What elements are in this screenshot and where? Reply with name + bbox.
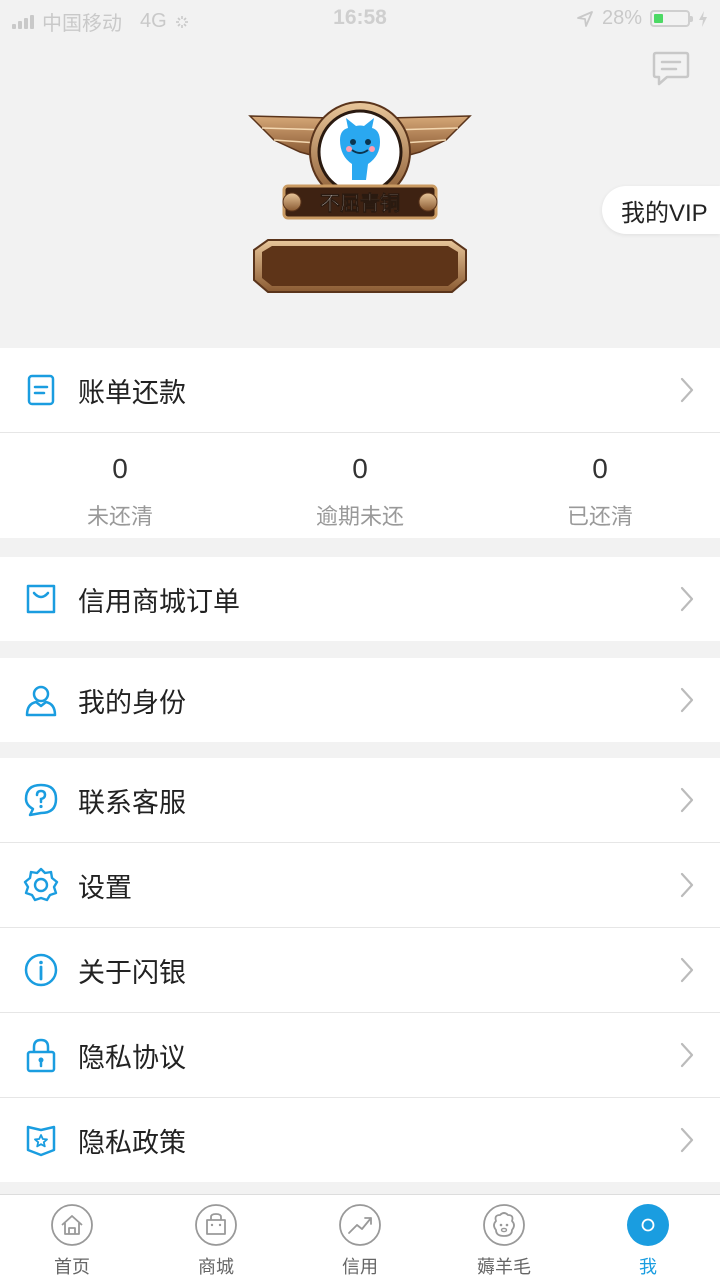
- menu-item-label: 联系客服: [78, 787, 186, 818]
- menu-item-label: 隐私政策: [78, 1127, 186, 1158]
- shield-star-icon: [26, 1125, 56, 1157]
- sheep-icon: [483, 1204, 525, 1246]
- question-bubble-icon: [24, 783, 58, 817]
- orders-card: 信用商城订单: [0, 557, 720, 641]
- chevron-right-icon: [680, 957, 694, 983]
- bill-icon: [27, 374, 55, 406]
- menu-item-settings[interactable]: 设置: [0, 843, 720, 927]
- shopping-bag-icon: [26, 584, 56, 614]
- badge-title: 不屈青铜: [320, 191, 400, 215]
- tab-label: 信用: [342, 1257, 378, 1277]
- me-icon: [627, 1204, 669, 1246]
- bill-stats: 0 未还清 0 逾期未还 0 已还清: [0, 432, 720, 538]
- tab-label: 我: [639, 1257, 657, 1277]
- profile-header: 我的VIP 不屈青铜: [0, 0, 720, 348]
- chevron-right-icon: [680, 687, 694, 713]
- trend-icon: [339, 1204, 381, 1246]
- stat-paid[interactable]: 0 已还清: [480, 433, 720, 538]
- my-identity-label: 我的身份: [78, 687, 186, 718]
- lock-icon: [26, 1038, 56, 1073]
- menu-item-label: 关于闪银: [78, 957, 186, 988]
- chat-bubble-icon: [652, 51, 690, 86]
- info-icon: [24, 953, 58, 987]
- tab-deals[interactable]: 薅羊毛: [432, 1195, 576, 1280]
- message-button[interactable]: [651, 50, 691, 88]
- bill-repayment-label: 账单还款: [78, 377, 186, 408]
- menu-item-about[interactable]: 关于闪银: [0, 928, 720, 1012]
- credit-mall-orders-row[interactable]: 信用商城订单: [0, 557, 720, 641]
- my-vip-button[interactable]: 我的VIP: [602, 186, 720, 234]
- stat-value: 0: [112, 453, 128, 484]
- chevron-right-icon: [680, 1042, 694, 1068]
- bill-card: 账单还款 0 未还清 0 逾期未还 0 已还清: [0, 348, 720, 538]
- menu-item-customer-service[interactable]: 联系客服: [0, 758, 720, 842]
- person-icon: [25, 685, 57, 717]
- tab-credit[interactable]: 信用: [288, 1195, 432, 1280]
- tab-me[interactable]: 我: [576, 1195, 720, 1280]
- identity-card: 我的身份: [0, 658, 720, 742]
- stat-caption: 已还清: [566, 504, 633, 529]
- stat-caption: 逾期未还: [315, 504, 404, 529]
- stat-caption: 未还清: [86, 504, 153, 529]
- tab-label: 薅羊毛: [477, 1257, 531, 1277]
- bottom-tab-bar: 首页 商城 信用 薅羊毛 我: [0, 1194, 720, 1280]
- tab-mall[interactable]: 商城: [144, 1195, 288, 1280]
- menu-item-label: 隐私协议: [78, 1042, 186, 1073]
- tab-label: 首页: [54, 1257, 90, 1277]
- stat-overdue[interactable]: 0 逾期未还: [240, 433, 480, 538]
- credit-mall-orders-label: 信用商城订单: [78, 586, 240, 617]
- chevron-right-icon: [680, 377, 694, 403]
- gear-icon: [23, 867, 59, 902]
- menu-item-privacy-agreement[interactable]: 隐私协议: [0, 1013, 720, 1097]
- stat-value: 0: [592, 453, 608, 484]
- rank-badge: 不屈青铜: [248, 101, 472, 293]
- stat-value: 0: [352, 453, 368, 484]
- bag-icon: [195, 1204, 237, 1246]
- home-icon: [51, 1204, 93, 1246]
- menu-item-privacy-policy[interactable]: 隐私政策: [0, 1098, 720, 1182]
- chevron-right-icon: [680, 586, 694, 612]
- vip-label: 我的VIP: [621, 199, 708, 227]
- chevron-right-icon: [680, 872, 694, 898]
- tab-label: 商城: [198, 1257, 234, 1277]
- stat-unpaid[interactable]: 0 未还清: [0, 433, 240, 538]
- menu-item-label: 设置: [78, 872, 132, 903]
- tab-home[interactable]: 首页: [0, 1195, 144, 1280]
- bill-repayment-row[interactable]: 账单还款: [0, 348, 720, 432]
- chevron-right-icon: [680, 1127, 694, 1153]
- my-identity-row[interactable]: 我的身份: [0, 658, 720, 742]
- chevron-right-icon: [680, 787, 694, 813]
- settings-menu-card: 联系客服 设置 关于闪银 隐私协议 隐私政策: [0, 758, 720, 1182]
